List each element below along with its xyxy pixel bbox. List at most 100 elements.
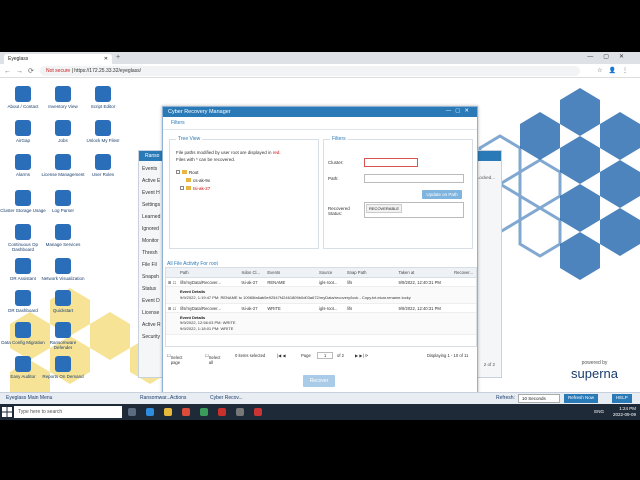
path-input[interactable]	[364, 174, 464, 183]
desktop-icon-log-parser[interactable]: Log Parser	[40, 190, 86, 213]
nav-buttons[interactable]: ←→⟳	[4, 67, 39, 75]
ransomware-icon	[55, 322, 71, 338]
desktop-icon-manage-services[interactable]: Manage Services	[40, 224, 86, 247]
close-tab-icon[interactable]: ✕	[104, 56, 108, 62]
reports-icon	[55, 356, 71, 372]
task-view-icon[interactable]	[128, 408, 136, 416]
refresh-select[interactable]: 10 Seconds	[518, 394, 560, 403]
table-row[interactable]: ⊞ ☐ /ifs/myData/Recover... tsi-ak-27 WRI…	[166, 304, 476, 313]
desktop-icon-quickstart[interactable]: Quickstart	[40, 290, 86, 313]
select-column[interactable]	[166, 268, 178, 277]
tree-note-red: red.	[272, 150, 281, 155]
new-tab-icon[interactable]: +	[116, 54, 120, 61]
column-header[interactable]: Isilon Cl...	[240, 268, 266, 277]
update-on-path-button[interactable]: Update on Path	[422, 190, 462, 199]
table-row[interactable]: ⊞ ☐ /ifs/myData/Recover... tsi-ak-27 REN…	[166, 278, 476, 287]
system-clock[interactable]: 1:24 PM 2022-09-09	[613, 406, 636, 418]
icon-label: Network Visualization	[41, 276, 85, 281]
window-controls[interactable]: —▢✕	[587, 53, 634, 60]
tree-view-label: Tree View	[176, 136, 203, 142]
chrome-icon[interactable]	[182, 408, 190, 416]
desktop-icon-unlock[interactable]: Unlock My Files!	[80, 120, 126, 143]
icon-label: Reports On Demand	[42, 374, 84, 379]
desktop-icon-user-roles[interactable]: User Roles	[80, 154, 126, 177]
taskbar-search-input[interactable]: Type here to search	[14, 406, 122, 418]
row-details: Event Details 9/9/2022, 12:56:03 PM: WRI…	[166, 312, 476, 335]
table-footer: ☐ Select page ☐ Select all 0 items selec…	[165, 351, 477, 365]
app-icon[interactable]	[254, 408, 262, 416]
cluster-select[interactable]	[364, 158, 418, 167]
refresh-label: Refresh:	[496, 395, 515, 401]
language-indicator[interactable]: ENG	[594, 409, 604, 414]
icon-label: DR Dashboard	[8, 308, 38, 313]
app-icon[interactable]	[200, 408, 208, 416]
windows-start-icon[interactable]	[2, 407, 12, 417]
icon-label: License Management	[41, 172, 85, 177]
tree-node[interactable]: cs-ak-9x	[186, 178, 312, 183]
column-header[interactable]: Recover...	[452, 268, 476, 277]
column-header[interactable]: Path	[178, 268, 240, 277]
tree-view-panel: Tree View File paths modified by user ro…	[169, 136, 319, 249]
inventory-icon	[55, 86, 71, 102]
details-title: Event Details	[180, 314, 206, 320]
edge-icon[interactable]	[146, 408, 154, 416]
recoverable-chip[interactable]: RECOVERABLE	[366, 204, 403, 213]
filters-header[interactable]: Filters	[163, 117, 477, 130]
next-page-icon[interactable]: ▶ ▶| ⟳	[355, 353, 368, 358]
not-secure-badge: Not secure	[46, 68, 71, 74]
refresh-now-button[interactable]: Refresh Now	[564, 394, 599, 403]
activity-table: Path Isilon Cl... Events Source Snap Pat…	[165, 267, 477, 347]
page-label: Page	[301, 353, 311, 358]
browser-tab[interactable]: Eyeglass ✕	[4, 54, 112, 64]
tree-label: tsi-ak-27	[193, 185, 211, 191]
icon-label: Continuous Op Dashboard	[7, 242, 39, 253]
task-cyber-recovery[interactable]: Cyber Recov...	[210, 395, 243, 401]
url-input[interactable]: Not secure | https://172.25.33.32/eyegla…	[40, 66, 580, 76]
dr-assistant-icon	[15, 258, 31, 274]
desktop-icon-script-editor[interactable]: Script Editor	[80, 86, 126, 109]
log-icon	[55, 190, 71, 206]
icon-label: User Roles	[91, 172, 115, 177]
app-icon[interactable]	[218, 408, 226, 416]
desktop-icon-ransomware[interactable]: Ransomware Defender	[40, 322, 86, 350]
icon-label: About / Contact	[7, 104, 39, 109]
main-menu-button[interactable]: Eyeglass Main Menu	[6, 395, 52, 401]
tree-node[interactable]: tsi-ak-27	[180, 186, 312, 191]
folder-icon	[186, 186, 191, 191]
locked-note: Locked...	[476, 175, 495, 180]
tree-root[interactable]: Root	[176, 170, 312, 175]
services-icon	[55, 224, 71, 240]
filters-panel: Filters Cluster: Path: Update on Path Re…	[323, 136, 473, 249]
row-checkbox[interactable]: ⊞ ☐	[166, 278, 178, 286]
column-header[interactable]: Source	[317, 268, 345, 277]
recover-button[interactable]: Recover	[303, 375, 335, 387]
help-button[interactable]: HELP	[612, 394, 632, 403]
select-all-checkbox[interactable]: ☐ Select all	[205, 353, 220, 365]
url-text: https://172.25.33.32/eyeglass/	[74, 68, 141, 74]
explorer-icon[interactable]	[164, 408, 172, 416]
storage-icon	[15, 190, 31, 206]
checkbox[interactable]	[180, 186, 184, 191]
desktop-icon-network[interactable]: Network Visualization	[40, 258, 86, 281]
select-page-checkbox[interactable]: ☐ Select page	[167, 353, 182, 365]
icon-label: Unlock My Files!	[86, 138, 120, 143]
icon-label: Inventory View	[48, 104, 78, 109]
cell-taken: 9/9/2022, 12:40:31 PM	[398, 305, 441, 311]
app-icon[interactable]	[236, 408, 244, 416]
desktop-icon-reports[interactable]: Reports On Demand	[40, 356, 86, 379]
task-actions[interactable]: Actions	[170, 395, 186, 401]
dialog-window-controls[interactable]: —▢✕	[446, 108, 473, 114]
quickstart-icon	[55, 290, 71, 306]
browser-menu-icons[interactable]: ☆👤⋮	[597, 67, 634, 74]
column-header[interactable]: Snap Path	[345, 268, 397, 277]
first-page-icon[interactable]: |◀ ◀	[277, 353, 286, 358]
cluster-label: Cluster:	[328, 160, 344, 165]
checkbox[interactable]	[176, 170, 180, 175]
task-ransomware[interactable]: Ransomwar...	[140, 395, 171, 401]
details-title: Event Details	[180, 289, 206, 294]
column-header[interactable]: Taken at	[397, 268, 453, 277]
page-input[interactable]: 1	[317, 352, 334, 359]
row-checkbox[interactable]: ⊞ ☐	[166, 304, 178, 312]
column-header[interactable]: Events	[265, 268, 317, 277]
icon-label: Manage Services	[45, 242, 81, 247]
